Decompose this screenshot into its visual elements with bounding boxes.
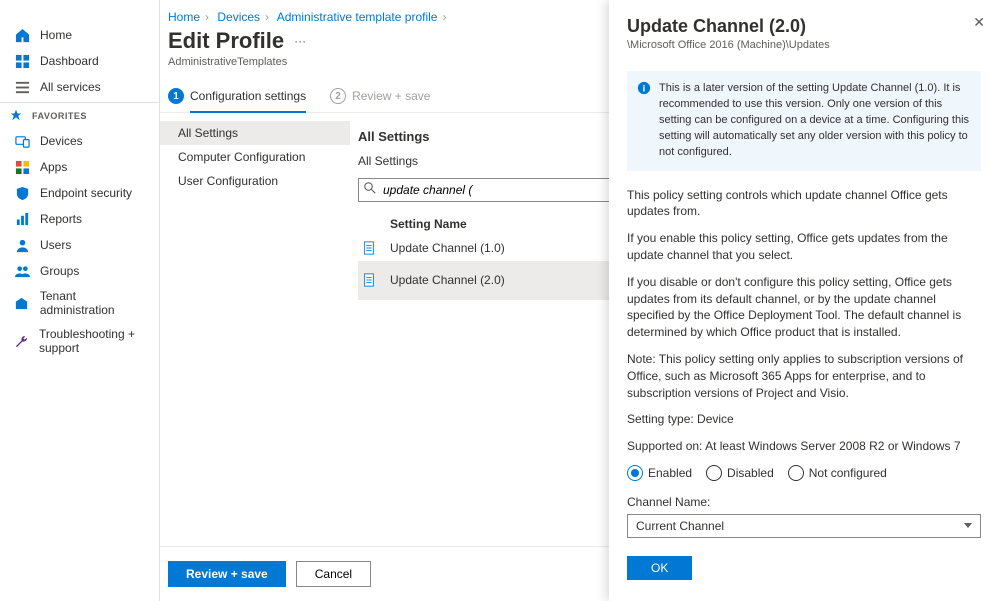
tenant-icon: [14, 295, 30, 311]
panel-path: \Microsoft Office 2016 (Machine)\Updates: [627, 39, 981, 51]
info-box: i This is a later version of the setting…: [627, 71, 981, 171]
sidebar-item-label: Apps: [40, 160, 67, 174]
left-sidebar: Home Dashboard All services FAVORITES De…: [0, 0, 160, 601]
step-label: Review + save: [352, 89, 430, 103]
close-icon[interactable]: ✕: [973, 14, 985, 31]
more-button[interactable]: ···: [294, 34, 306, 48]
radio-not-configured[interactable]: Not configured: [788, 465, 887, 481]
sidebar-item-label: Tenant administration: [40, 289, 153, 317]
sidebar-item-users[interactable]: Users: [0, 232, 159, 258]
sidebar-item-label: Users: [40, 238, 71, 252]
svg-text:i: i: [643, 84, 646, 95]
breadcrumb-template[interactable]: Administrative template profile: [277, 10, 438, 24]
sidebar-item-label: Dashboard: [40, 54, 99, 68]
chevron-right-icon: ›: [205, 10, 209, 24]
panel-p4: Note: This policy setting only applies t…: [627, 351, 981, 401]
sidebar-item-label: All services: [40, 80, 101, 94]
breadcrumb-home[interactable]: Home: [168, 10, 200, 24]
sidebar-item-label: Reports: [40, 212, 82, 226]
channel-select[interactable]: Current Channel: [627, 514, 981, 538]
ok-button[interactable]: OK: [627, 556, 692, 580]
details-panel: ✕ Update Channel (2.0) \Microsoft Office…: [609, 0, 999, 601]
setting-type: Setting type: Device: [627, 411, 981, 428]
settings-tree: All Settings Computer Configuration User…: [160, 113, 350, 552]
panel-title: Update Channel (2.0): [627, 16, 981, 37]
step-configuration-settings[interactable]: 1 Configuration settings: [168, 88, 306, 104]
step-badge: 2: [330, 88, 346, 104]
info-text: This is a later version of the setting U…: [659, 82, 969, 158]
supported-on: Supported on: At least Windows Server 20…: [627, 438, 981, 455]
panel-p1: This policy setting controls which updat…: [627, 187, 981, 221]
channel-label: Channel Name:: [627, 495, 981, 509]
breadcrumb-devices[interactable]: Devices: [217, 10, 260, 24]
star-icon: [10, 109, 24, 123]
sidebar-item-reports[interactable]: Reports: [0, 206, 159, 232]
sidebar-item-dashboard[interactable]: Dashboard: [0, 48, 159, 74]
tree-item-user-configuration[interactable]: User Configuration: [160, 169, 350, 193]
sidebar-item-label: Troubleshooting + support: [39, 327, 153, 355]
step-badge: 1: [168, 88, 184, 104]
dashboard-icon: [14, 53, 30, 69]
setting-icon: [362, 241, 384, 255]
sidebar-item-label: Groups: [40, 264, 79, 278]
wrench-icon: [14, 333, 29, 349]
info-icon: i: [637, 81, 651, 101]
sidebar-item-label: Endpoint security: [40, 186, 132, 200]
radio-icon: [788, 465, 804, 481]
devices-icon: [14, 133, 30, 149]
radio-disabled[interactable]: Disabled: [706, 465, 774, 481]
sidebar-item-troubleshooting[interactable]: Troubleshooting + support: [0, 322, 159, 360]
sidebar-item-home[interactable]: Home: [0, 22, 159, 48]
page-title: Edit Profile: [168, 28, 284, 54]
list-icon: [14, 79, 30, 95]
channel-value: Current Channel: [636, 519, 724, 533]
sidebar-item-label: Devices: [40, 134, 83, 148]
sidebar-item-devices[interactable]: Devices: [0, 128, 159, 154]
reports-icon: [14, 211, 30, 227]
step-review-save[interactable]: 2 Review + save: [330, 88, 430, 104]
panel-p3: If you disable or don't configure this p…: [627, 274, 981, 341]
step-label: Configuration settings: [190, 89, 306, 113]
radio-icon: [627, 465, 643, 481]
radio-group: Enabled Disabled Not configured: [627, 465, 981, 481]
favorites-label: FAVORITES: [32, 111, 87, 121]
sidebar-item-tenant-administration[interactable]: Tenant administration: [0, 284, 159, 322]
search-icon: [364, 182, 376, 197]
tree-item-all-settings[interactable]: All Settings: [160, 121, 350, 145]
tree-item-computer-configuration[interactable]: Computer Configuration: [160, 145, 350, 169]
review-save-button[interactable]: Review + save: [168, 561, 286, 587]
sidebar-item-label: Home: [40, 28, 72, 42]
cancel-button[interactable]: Cancel: [296, 561, 371, 587]
sidebar-item-endpoint-security[interactable]: Endpoint security: [0, 180, 159, 206]
users-icon: [14, 237, 30, 253]
sidebar-item-apps[interactable]: Apps: [0, 154, 159, 180]
radio-icon: [706, 465, 722, 481]
radio-enabled[interactable]: Enabled: [627, 465, 692, 481]
groups-icon: [14, 263, 30, 279]
sidebar-item-groups[interactable]: Groups: [0, 258, 159, 284]
shield-icon: [14, 185, 30, 201]
sidebar-item-all-services[interactable]: All services: [0, 74, 159, 100]
setting-icon: [362, 273, 384, 287]
panel-p2: If you enable this policy setting, Offic…: [627, 230, 981, 264]
chevron-right-icon: ›: [442, 10, 446, 24]
apps-icon: [14, 159, 30, 175]
favorites-header: FAVORITES: [0, 102, 159, 128]
chevron-right-icon: ›: [265, 10, 269, 24]
home-icon: [14, 27, 30, 43]
